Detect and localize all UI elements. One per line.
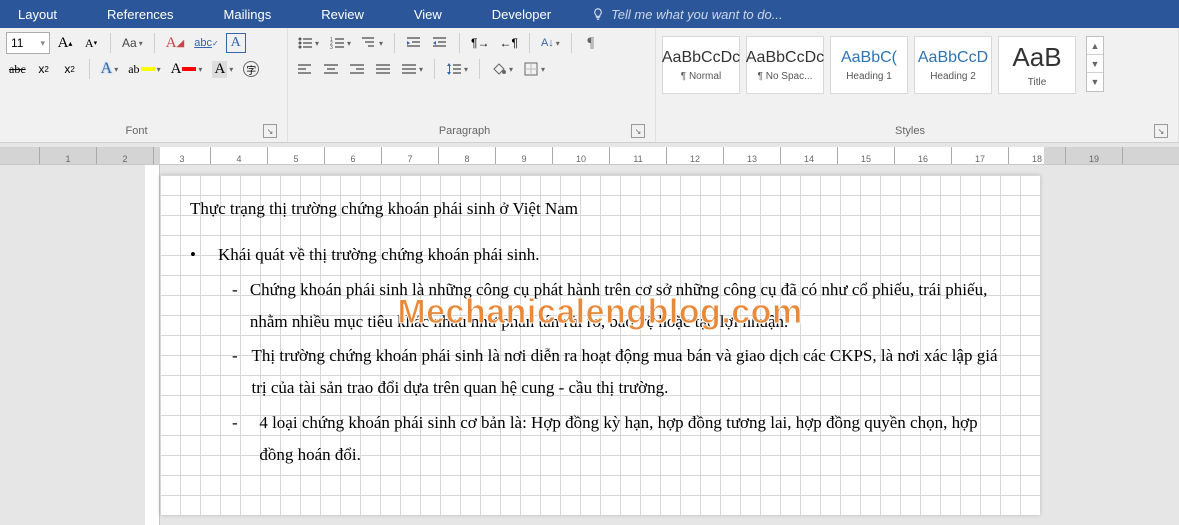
styles-group: AaBbCcDc¶ Normal AaBbCcDc¶ No Spac... Aa… xyxy=(656,28,1179,142)
svg-text:3: 3 xyxy=(330,45,333,51)
dash-3: 4 loại chứng khoán phái sinh cơ bản là: … xyxy=(259,407,1010,472)
dash-1: Chứng khoán phái sinh là những công cụ p… xyxy=(250,274,1010,339)
tab-references[interactable]: References xyxy=(97,3,183,26)
multilevel-icon xyxy=(361,35,377,51)
horizontal-ruler[interactable]: 1 2 3 4 5 6 7 8 9 10 11 12 13 14 15 16 1… xyxy=(0,147,1179,165)
line-spacing-button[interactable] xyxy=(443,58,471,80)
dash-mark: - xyxy=(232,340,252,405)
sort-button[interactable]: A↓ xyxy=(538,32,563,54)
numbering-icon: 123 xyxy=(329,35,345,51)
linespacing-icon xyxy=(446,61,462,77)
style-heading1[interactable]: AaBbC(Heading 1 xyxy=(830,36,908,94)
styles-scroll-up[interactable]: ▲ xyxy=(1087,37,1103,55)
borders-button[interactable] xyxy=(520,58,548,80)
vertical-ruler[interactable] xyxy=(145,165,160,525)
lightbulb-icon xyxy=(591,7,605,21)
align-center-icon xyxy=(323,61,339,77)
dash-mark: - xyxy=(232,407,259,472)
font-group-label: Font xyxy=(125,125,147,137)
dash-mark: - xyxy=(232,274,250,339)
font-color-button[interactable]: A xyxy=(168,58,206,80)
tab-view[interactable]: View xyxy=(404,3,452,26)
styles-group-label: Styles xyxy=(895,125,925,137)
align-left-icon xyxy=(297,61,313,77)
document-area: Thực trạng thị trường chứng khoán phái s… xyxy=(0,165,1179,525)
text-effects-button[interactable]: A xyxy=(98,58,122,80)
bullets-icon xyxy=(297,35,313,51)
distributed-button[interactable] xyxy=(398,58,426,80)
document-content[interactable]: Thực trạng thị trường chứng khoán phái s… xyxy=(160,175,1040,491)
outdent-icon xyxy=(406,35,422,51)
ruler-area: 1 2 3 4 5 6 7 8 9 10 11 12 13 14 15 16 1… xyxy=(0,143,1179,165)
increase-indent-button[interactable] xyxy=(429,32,451,54)
clear-formatting-button[interactable]: A◢ xyxy=(163,32,188,54)
styles-scroll: ▲ ▼ ▼ xyxy=(1086,36,1104,92)
tab-mailings[interactable]: Mailings xyxy=(214,3,282,26)
justify-icon xyxy=(375,61,391,77)
bullet-1: Khái quát về thị trường chứng khoán phái… xyxy=(218,239,540,271)
tab-layout[interactable]: Layout xyxy=(8,3,67,26)
tab-developer[interactable]: Developer xyxy=(482,3,561,26)
paragraph-group: 123 ¶→ ←¶ A↓ ¶ xyxy=(288,28,656,142)
multilevel-list-button[interactable] xyxy=(358,32,386,54)
style-normal[interactable]: AaBbCcDc¶ Normal xyxy=(662,36,740,94)
tell-me-placeholder: Tell me what you want to do... xyxy=(611,7,783,22)
styles-dialog-launcher[interactable]: ↘ xyxy=(1154,124,1168,138)
styles-scroll-down[interactable]: ▼ xyxy=(1087,55,1103,73)
distributed-icon xyxy=(401,61,417,77)
borders-icon xyxy=(523,61,539,77)
rtl-button[interactable]: ←¶ xyxy=(497,32,521,54)
dash-2: Thị trường chứng khoán phái sinh là nơi … xyxy=(252,340,1011,405)
justify-button[interactable] xyxy=(372,58,394,80)
bullets-button[interactable] xyxy=(294,32,322,54)
align-left-button[interactable] xyxy=(294,58,316,80)
grow-font-button[interactable]: A▴ xyxy=(54,32,76,54)
tell-me-search[interactable]: Tell me what you want to do... xyxy=(591,7,783,22)
page[interactable]: Thực trạng thị trường chứng khoán phái s… xyxy=(160,175,1040,515)
styles-expand[interactable]: ▼ xyxy=(1087,73,1103,91)
bullet-mark: • xyxy=(190,239,218,271)
align-right-button[interactable] xyxy=(346,58,368,80)
numbering-button[interactable]: 123 xyxy=(326,32,354,54)
subscript-button[interactable]: x2 xyxy=(33,58,55,80)
ltr-button[interactable]: ¶→ xyxy=(468,32,492,54)
strikethrough-button[interactable]: abc xyxy=(6,58,29,80)
show-marks-button[interactable]: ¶ xyxy=(580,32,602,54)
shading-button[interactable] xyxy=(488,58,516,80)
highlight-button[interactable]: ab xyxy=(125,58,163,80)
character-border-button[interactable]: A xyxy=(226,33,246,53)
superscript-button[interactable]: x2 xyxy=(59,58,81,80)
phonetic-guide-button[interactable]: abc✓ xyxy=(191,32,221,54)
style-title[interactable]: AaBTitle xyxy=(998,36,1076,94)
enclose-characters-button[interactable]: 字 xyxy=(240,58,262,80)
paragraph-dialog-launcher[interactable]: ↘ xyxy=(631,124,645,138)
align-right-icon xyxy=(349,61,365,77)
ribbon: 11▾ A▴ A▾ Aa A◢ abc✓ A abc x2 x2 A ab A … xyxy=(0,28,1179,143)
paragraph-group-label: Paragraph xyxy=(439,125,490,137)
align-center-button[interactable] xyxy=(320,58,342,80)
doc-title-line: Thực trạng thị trường chứng khoán phái s… xyxy=(190,193,1010,225)
character-shading-button[interactable]: A xyxy=(209,58,236,80)
bucket-icon xyxy=(491,61,507,77)
ribbon-tabs: Layout References Mailings Review View D… xyxy=(0,0,1179,28)
font-group: 11▾ A▴ A▾ Aa A◢ abc✓ A abc x2 x2 A ab A … xyxy=(0,28,288,142)
shrink-font-button[interactable]: A▾ xyxy=(80,32,102,54)
font-size-input[interactable]: 11▾ xyxy=(6,32,50,54)
indent-icon xyxy=(432,35,448,51)
tab-review[interactable]: Review xyxy=(311,3,374,26)
style-no-spacing[interactable]: AaBbCcDc¶ No Spac... xyxy=(746,36,824,94)
decrease-indent-button[interactable] xyxy=(403,32,425,54)
change-case-button[interactable]: Aa xyxy=(119,32,146,54)
style-heading2[interactable]: AaBbCcDHeading 2 xyxy=(914,36,992,94)
font-dialog-launcher[interactable]: ↘ xyxy=(263,124,277,138)
